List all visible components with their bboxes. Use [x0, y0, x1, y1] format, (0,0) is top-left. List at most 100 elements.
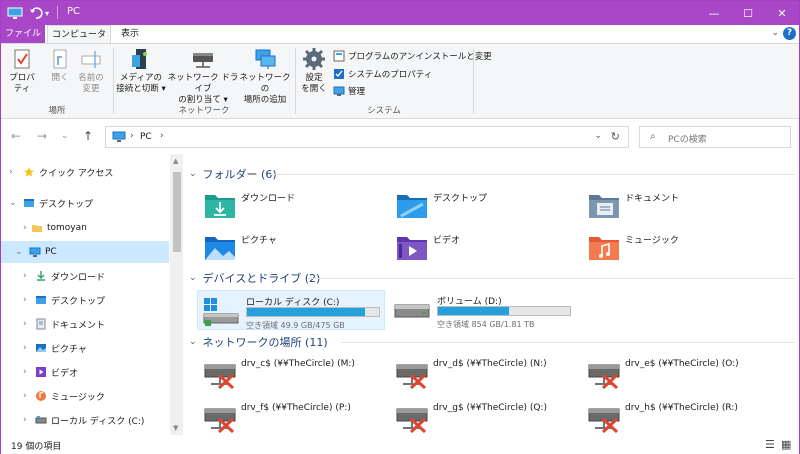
drive-tile-d[interactable]: ボリューム (D:) 空き領域 854 GB/1.81 TB — [389, 290, 577, 330]
system-properties-button[interactable]: システムのプロパティ — [333, 68, 432, 80]
scroll-up-icon[interactable]: ▲ — [173, 157, 178, 165]
breadcrumb-arrow[interactable]: › — [130, 131, 134, 141]
folders-section-header[interactable]: ⌄ フォルダー (6) — [189, 166, 795, 182]
drive-icon — [394, 304, 430, 318]
search-box[interactable]: ⌕ PCの検索 — [639, 126, 791, 148]
nav-item-local-disk-c[interactable]: › ローカル ディスク (C:) — [1, 409, 169, 431]
nav-item-desktop[interactable]: › デスクトップ — [1, 289, 169, 311]
undo-icon[interactable] — [29, 5, 43, 21]
section-chevron-icon[interactable]: ⌄ — [189, 337, 197, 347]
drive-tile-c[interactable]: ローカル ディスク (C:) 空き領域 49.9 GB/475 GB — [197, 290, 385, 330]
rename-label-line2: 変更 — [82, 84, 100, 94]
expand-icon[interactable]: › — [23, 223, 27, 233]
network-drive-name: drv_g$ (¥¥TheCircle) (Q:) — [433, 403, 548, 413]
help-icon[interactable]: ? — [783, 27, 796, 40]
pc-app-icon[interactable] — [7, 5, 23, 21]
expand-icon[interactable]: › — [23, 319, 27, 329]
nav-label: ローカル ディスク (C:) — [51, 416, 145, 427]
nav-item-pictures[interactable]: › ピクチャ — [1, 337, 169, 359]
add-network-location-button[interactable]: ネットワークの 場所の追加 — [239, 47, 291, 106]
drive-usage-bar — [246, 307, 380, 317]
nav-item-desktop-root[interactable]: ⌄ デスクトップ — [1, 192, 169, 214]
network-drive-name: drv_d$ (¥¥TheCircle) (N:) — [433, 359, 547, 369]
collapse-icon[interactable]: ⌄ — [15, 247, 23, 257]
recent-locations-button[interactable]: ⌄ — [61, 131, 69, 141]
programs-icon — [333, 50, 345, 62]
folder-tile-music[interactable]: ミュージック — [575, 228, 763, 266]
maximize-button[interactable]: ☐ — [731, 1, 765, 25]
uninstall-programs-button[interactable]: プログラムのアンインストールと変更 — [333, 50, 492, 62]
network-drive-tile-r[interactable]: drv_h$ (¥¥TheCircle) (R:) — [575, 398, 763, 434]
network-drive-icon — [193, 53, 213, 68]
nav-item-videos[interactable]: › ビデオ — [1, 361, 169, 383]
network-drive-name: drv_c$ (¥¥TheCircle) (M:) — [241, 359, 355, 369]
expand-icon[interactable]: › — [23, 391, 27, 401]
uninstall-label: プログラムのアンインストールと変更 — [348, 52, 492, 62]
open-settings-button[interactable]: 設定 を開く — [299, 47, 329, 95]
details-view-icon[interactable]: ☰ — [765, 438, 775, 451]
network-section-header[interactable]: ⌄ ネットワークの場所 (11) — [189, 334, 795, 350]
map-network-drive-button[interactable]: ネットワーク ドライブ の割り当て ▾ — [167, 47, 239, 106]
up-button[interactable]: ↑ — [83, 129, 93, 143]
tab-file[interactable]: ファイル — [1, 25, 45, 43]
system-properties-label: システムのプロパティ — [348, 70, 433, 80]
network-drive-tile-p[interactable]: drv_f$ (¥¥TheCircle) (P:) — [191, 398, 379, 440]
collapse-icon[interactable]: ⌄ — [9, 198, 17, 208]
expand-icon[interactable]: › — [9, 167, 13, 177]
breadcrumb-pc[interactable]: PC — [140, 132, 152, 142]
tab-view[interactable]: 表示 — [113, 25, 147, 43]
search-icon: ⌕ — [650, 131, 656, 142]
minimize-button[interactable]: — — [697, 1, 731, 25]
folder-tile-desktop[interactable]: デスクトップ — [383, 186, 571, 224]
scrollbar-thumb[interactable] — [173, 172, 181, 252]
network-drive-tile-n[interactable]: drv_d$ (¥¥TheCircle) (N:) — [383, 354, 571, 396]
section-chevron-icon[interactable]: ⌄ — [189, 169, 197, 179]
network-drive-tile-o[interactable]: drv_e$ (¥¥TheCircle) (O:) — [575, 354, 763, 396]
ribbon-collapse-icon[interactable]: ⌄ — [771, 28, 779, 38]
scroll-down-icon[interactable]: ▼ — [173, 424, 178, 432]
nav-pane-scrollbar[interactable]: ▲ ▼ — [170, 154, 183, 435]
expand-icon[interactable]: › — [23, 367, 27, 377]
drives-section-header[interactable]: ⌄ デバイスとドライブ (2) — [189, 270, 795, 286]
expand-icon[interactable]: › — [23, 415, 27, 425]
media-connect-button[interactable]: メディアの 接続と切断 ▾ — [115, 47, 167, 95]
documents-folder-icon — [589, 195, 619, 218]
folder-tile-pictures[interactable]: ピクチャ — [191, 228, 379, 266]
nav-item-documents[interactable]: › ドキュメント — [1, 313, 169, 335]
open-button[interactable]: 開く — [45, 47, 75, 84]
settings-label-line2: を開く — [301, 84, 327, 94]
drives-header-label: デバイスとドライブ (2) — [202, 272, 321, 285]
network-drive-tile-m[interactable]: drv_c$ (¥¥TheCircle) (M:) — [191, 354, 379, 396]
breadcrumb-arrow[interactable]: › — [160, 131, 164, 141]
address-dropdown-icon[interactable]: ⌄ — [594, 131, 602, 141]
network-drive-name: drv_h$ (¥¥TheCircle) (R:) — [625, 403, 738, 413]
nav-item-music[interactable]: › ミュージック — [1, 385, 169, 407]
tiles-view-icon[interactable]: ▦ — [781, 438, 791, 451]
folder-tile-downloads[interactable]: ダウンロード — [191, 186, 379, 224]
media-label-line1: メディアの — [120, 73, 162, 83]
back-button[interactable]: ← — [11, 129, 21, 143]
forward-button[interactable]: → — [37, 129, 47, 143]
folder-tile-videos[interactable]: ビデオ — [383, 228, 571, 266]
expand-icon[interactable]: › — [23, 271, 27, 281]
rename-icon — [81, 51, 101, 68]
refresh-button[interactable]: ↻ — [611, 130, 620, 143]
rename-button[interactable]: 名前の 変更 — [75, 47, 107, 95]
expand-icon[interactable]: › — [23, 295, 27, 305]
rename-label-line1: 名前の — [78, 73, 104, 83]
nav-item-downloads[interactable]: › ダウンロード — [1, 265, 169, 287]
quick-access-dropdown-icon[interactable]: ▾ — [45, 5, 49, 21]
close-button[interactable]: ✕ — [765, 1, 799, 25]
properties-button[interactable]: プロパティ — [5, 47, 39, 95]
folder-tile-documents[interactable]: ドキュメント — [575, 186, 763, 224]
nav-item-quick-access[interactable]: › クイック アクセス — [1, 161, 169, 183]
manage-button[interactable]: 管理 — [333, 85, 365, 97]
nav-item-tomoyan[interactable]: › tomoyan — [1, 217, 169, 239]
nav-item-pc[interactable]: ⌄ PC — [1, 241, 169, 263]
expand-icon[interactable]: › — [23, 343, 27, 353]
address-bar[interactable]: › PC › ⌄ ↻ — [105, 126, 629, 148]
network-drive-tile-q[interactable]: drv_g$ (¥¥TheCircle) (Q:) — [383, 398, 571, 440]
download-folder-icon — [205, 195, 235, 218]
tab-computer[interactable]: コンピューター — [47, 25, 111, 58]
section-chevron-icon[interactable]: ⌄ — [189, 273, 197, 283]
